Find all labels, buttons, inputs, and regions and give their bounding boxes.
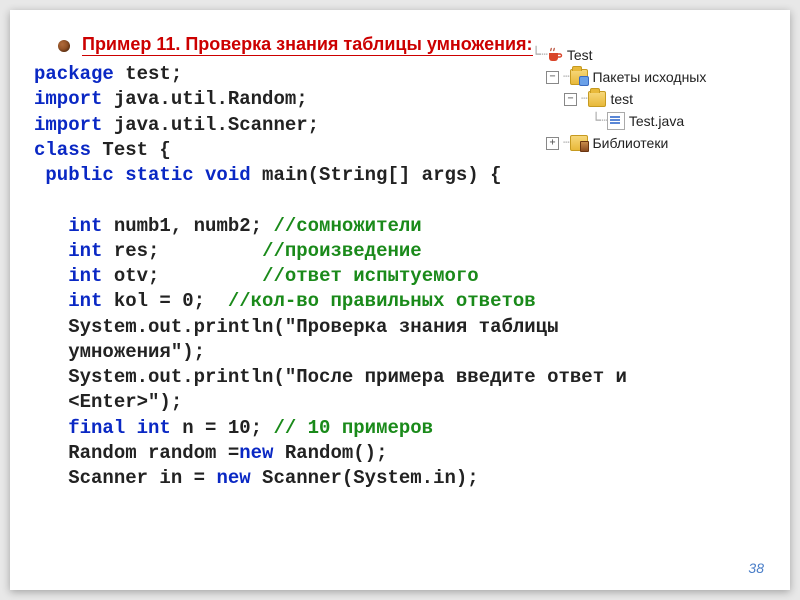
code-keyword: int <box>34 240 102 262</box>
tree-node-package[interactable]: − ┈ test <box>532 88 762 110</box>
code-text: Scanner in = <box>34 467 216 489</box>
tree-collapse-icon[interactable]: − <box>546 71 559 84</box>
tree-collapse-icon[interactable]: − <box>564 93 577 106</box>
code-text: умножения"); <box>34 341 205 363</box>
code-keyword: package <box>34 63 114 85</box>
code-text: System.out.println("После примера введит… <box>34 366 627 388</box>
code-comment: //произведение <box>262 240 422 262</box>
bullet-icon <box>58 40 70 52</box>
tree-expand-icon[interactable]: + <box>546 137 559 150</box>
package-folder-icon <box>588 91 606 107</box>
code-text: java.util.Scanner; <box>102 114 319 136</box>
code-text: java.util.Random; <box>102 88 307 110</box>
tree-label: test <box>610 91 633 107</box>
code-keyword: final int <box>34 417 171 439</box>
code-comment: //кол-во правильных ответов <box>228 290 536 312</box>
code-comment: //ответ испытуемого <box>262 265 479 287</box>
code-keyword: int <box>34 290 102 312</box>
source-package-folder-icon <box>570 69 588 85</box>
code-keyword: new <box>216 467 250 489</box>
coffee-cup-icon <box>547 47 563 63</box>
tree-label: Библиотеки <box>592 135 668 151</box>
tree-label: Test.java <box>629 113 684 129</box>
code-text: System.out.println("Проверка знания табл… <box>34 316 559 338</box>
tree-node-sources[interactable]: − ┈ Пакеты исходных <box>532 66 762 88</box>
code-keyword: new <box>239 442 273 464</box>
slide: Пример 11. Проверка знания таблицы умнож… <box>10 10 790 590</box>
tree-node-file[interactable]: └┈ Test.java <box>532 110 762 132</box>
code-text: otv; <box>102 265 262 287</box>
title-text: Пример 11. Проверка знания таблицы умнож… <box>82 34 533 56</box>
tree-label: Test <box>567 47 593 63</box>
code-text: main(String[] args) { <box>251 164 502 186</box>
tree-connector-icon: └┈ <box>532 47 547 63</box>
code-keyword: import <box>34 114 102 136</box>
code-text: res; <box>102 240 262 262</box>
java-file-icon <box>607 112 625 130</box>
code-keyword: import <box>34 88 102 110</box>
tree-node-libraries[interactable]: + ┈ Библиотеки <box>532 132 762 154</box>
tree-connector-icon: ┈ <box>563 69 570 85</box>
project-tree: └┈ Test − ┈ Пакеты исходных − ┈ test └┈ … <box>532 44 762 154</box>
code-text: Random random = <box>34 442 239 464</box>
code-keyword: int <box>34 265 102 287</box>
code-text: numb1, numb2; <box>102 215 273 237</box>
code-text: Test { <box>91 139 171 161</box>
code-comment: //сомножители <box>273 215 421 237</box>
tree-connector-icon: ┈ <box>581 91 588 107</box>
tree-connector-icon: ┈ <box>563 135 570 151</box>
page-number: 38 <box>748 560 764 576</box>
code-text: <Enter>"); <box>34 391 182 413</box>
code-text: Random(); <box>273 442 387 464</box>
code-comment: // 10 примеров <box>273 417 433 439</box>
code-keyword: int <box>34 215 102 237</box>
tree-node-project[interactable]: └┈ Test <box>532 44 762 66</box>
code-text: kol = 0; <box>102 290 227 312</box>
tree-label: Пакеты исходных <box>592 69 706 85</box>
code-text: n = 10; <box>171 417 274 439</box>
libraries-folder-icon <box>570 135 588 151</box>
tree-connector-icon: └┈ <box>592 113 607 129</box>
code-text: Scanner(System.in); <box>251 467 479 489</box>
code-keyword: class <box>34 139 91 161</box>
code-keyword: public static void <box>34 164 251 186</box>
code-text: test; <box>114 63 182 85</box>
